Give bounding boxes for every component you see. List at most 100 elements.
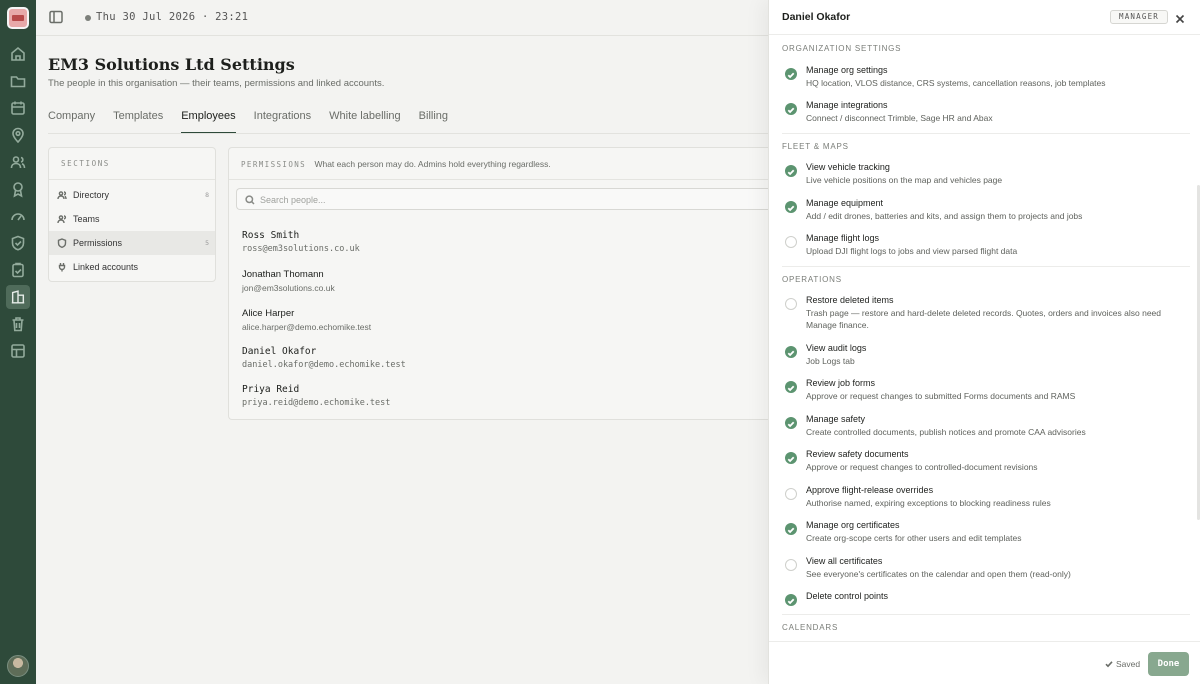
permission-title: Manage org certificates xyxy=(806,520,900,530)
person-row[interactable]: Jonathan Thomann jon@em3solutions.co.uk xyxy=(242,269,335,293)
person-name: Jonathan Thomann xyxy=(242,269,324,280)
section-label: Linked accounts xyxy=(73,262,139,272)
permission-description: Create controlled documents, publish not… xyxy=(806,427,1086,437)
folder-icon[interactable] xyxy=(9,72,27,90)
shield-icon xyxy=(57,238,67,248)
close-button[interactable] xyxy=(1174,12,1186,24)
user-avatar[interactable] xyxy=(7,655,29,677)
unchecked-circle-icon[interactable] xyxy=(785,236,797,248)
home-icon[interactable] xyxy=(9,45,27,63)
permission-description: Authorise named, expiring exceptions to … xyxy=(806,498,1051,508)
person-row-selected[interactable]: Daniel Okafor daniel.okafor@demo.echomik… xyxy=(242,346,406,370)
permission-description: Add / edit drones, batteries and kits, a… xyxy=(806,211,1083,221)
group-divider xyxy=(782,614,1190,615)
sidebar-toggle-icon[interactable] xyxy=(49,10,63,24)
user-group-icon xyxy=(57,215,67,224)
plug-icon xyxy=(58,263,66,272)
section-count: 8 xyxy=(205,191,209,199)
permissions-header: PERMISSIONS What each person may do. Adm… xyxy=(229,148,768,180)
unchecked-circle-icon[interactable] xyxy=(785,488,797,500)
gauge-icon[interactable] xyxy=(9,207,27,225)
person-row[interactable]: Ross Smith ross@em3solutions.co.uk xyxy=(242,230,360,254)
map-pin-icon[interactable] xyxy=(9,126,27,144)
tab-integrations[interactable]: Integrations xyxy=(254,110,311,134)
section-linked-accounts[interactable]: Linked accounts xyxy=(49,255,215,279)
section-label: Teams xyxy=(73,214,100,224)
tab-white-labelling[interactable]: White labelling xyxy=(329,110,401,134)
permission-title: Manage flight logs xyxy=(806,233,880,243)
unchecked-circle-icon[interactable] xyxy=(785,559,797,571)
done-button[interactable]: Done xyxy=(1148,652,1189,676)
layout-icon[interactable] xyxy=(9,342,27,360)
app-rail xyxy=(0,0,36,684)
person-email: jon@em3solutions.co.uk xyxy=(242,283,335,293)
status-dot xyxy=(85,15,91,21)
permission-title: Approve flight-release overrides xyxy=(806,485,934,495)
clipboard-check-icon[interactable] xyxy=(9,261,27,279)
users-icon[interactable] xyxy=(9,153,27,171)
person-name: Daniel Okafor xyxy=(242,346,317,357)
permission-title: Review safety documents xyxy=(806,449,909,459)
tab-billing[interactable]: Billing xyxy=(419,110,448,134)
building-icon[interactable] xyxy=(6,285,30,309)
permission-title: Manage org settings xyxy=(806,65,888,75)
drawer-person-name: Daniel Okafor xyxy=(782,11,851,23)
search-icon xyxy=(245,195,255,205)
unchecked-circle-icon[interactable] xyxy=(785,298,797,310)
permission-description: Approve or request changes to submitted … xyxy=(806,391,1076,401)
person-email: daniel.okafor@demo.echomike.test xyxy=(242,360,406,370)
person-row[interactable]: Priya Reid priya.reid@demo.echomike.test xyxy=(242,384,390,408)
shield-icon[interactable] xyxy=(9,234,27,252)
saved-label: Saved xyxy=(1116,659,1141,669)
tab-templates[interactable]: Templates xyxy=(113,110,163,134)
section-directory[interactable]: Directory 8 xyxy=(49,183,215,207)
permission-description: Job Logs tab xyxy=(806,356,855,366)
trash-icon[interactable] xyxy=(9,315,27,333)
settings-tabs: Company Templates Employees Integrations… xyxy=(48,110,448,134)
tabs-divider xyxy=(48,133,768,134)
person-email: alice.harper@demo.echomike.test xyxy=(242,322,372,332)
check-icon[interactable] xyxy=(785,381,797,393)
person-name: Priya Reid xyxy=(242,384,300,395)
check-icon[interactable] xyxy=(785,417,797,429)
check-icon[interactable] xyxy=(785,68,797,80)
check-icon[interactable] xyxy=(785,452,797,464)
permission-description: Live vehicle positions on the map and ve… xyxy=(806,175,1003,185)
search-people-input[interactable] xyxy=(260,193,740,206)
person-row[interactable]: Alice Harper alice.harper@demo.echomike.… xyxy=(242,308,371,332)
section-label: Permissions xyxy=(73,238,123,248)
section-teams[interactable]: Teams xyxy=(49,207,215,231)
page-subtitle: The people in this organisation — their … xyxy=(48,78,385,89)
permission-title: View vehicle tracking xyxy=(806,162,890,172)
check-icon[interactable] xyxy=(785,165,797,177)
calendar-icon[interactable] xyxy=(9,99,27,117)
search-box xyxy=(236,188,776,210)
saved-status: Saved xyxy=(1105,659,1140,669)
check-icon[interactable] xyxy=(785,103,797,115)
permissions-drawer: Daniel Okafor MANAGER Organization setti… xyxy=(768,0,1200,684)
sections-heading: SECTIONS xyxy=(49,148,215,180)
check-icon[interactable] xyxy=(785,346,797,358)
tab-company[interactable]: Company xyxy=(48,110,95,134)
sections-panel: SECTIONS Directory 8 Teams Permissions 5… xyxy=(48,147,216,282)
check-icon[interactable] xyxy=(785,523,797,535)
drawer-footer: Saved Done xyxy=(769,641,1200,684)
permissions-panel: PERMISSIONS What each person may do. Adm… xyxy=(228,147,776,420)
tab-employees[interactable]: Employees xyxy=(181,110,236,134)
app-logo[interactable] xyxy=(7,7,29,29)
check-icon[interactable] xyxy=(785,594,797,606)
check-icon[interactable] xyxy=(785,201,797,213)
permission-title: View audit logs xyxy=(806,343,867,353)
group-heading: Operations xyxy=(782,275,842,284)
section-label: Directory xyxy=(73,190,110,200)
award-icon[interactable] xyxy=(9,180,27,198)
top-bar: Thu 30 Jul 2026 · 23:21 xyxy=(36,0,768,36)
person-email: ross@em3solutions.co.uk xyxy=(242,244,360,254)
permission-title: Restore deleted items xyxy=(806,295,894,305)
permissions-description: What each person may do. Admins hold eve… xyxy=(314,159,551,169)
permission-description: Upload DJI flight logs to jobs and view … xyxy=(806,246,1018,256)
section-permissions[interactable]: Permissions 5 xyxy=(49,231,215,255)
users-icon xyxy=(57,191,67,200)
page-title: EM3 Solutions Ltd Settings xyxy=(48,55,295,74)
group-heading: Calendars xyxy=(782,623,839,632)
